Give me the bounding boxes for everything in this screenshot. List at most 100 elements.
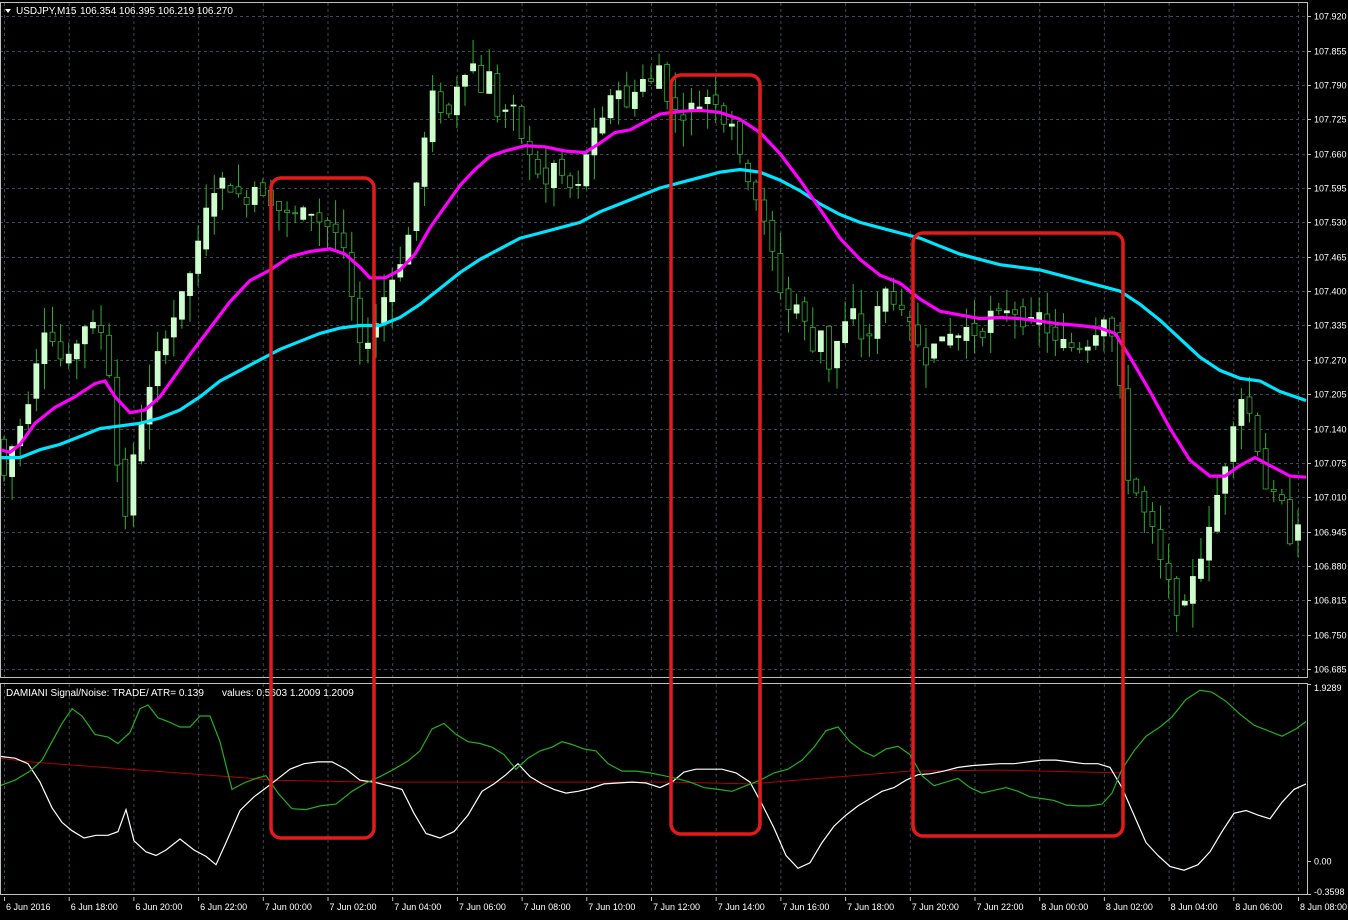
- candle-bull: [874, 306, 881, 339]
- price-tick-label: 106.945: [1314, 528, 1347, 538]
- time-tick-label: 7 Jun 02:00: [330, 902, 377, 912]
- indicator-frame: [0, 683, 1308, 895]
- candle-bear: [979, 330, 986, 339]
- candle-bear: [235, 186, 242, 195]
- candle-bear: [1012, 309, 1018, 315]
- candle-bear: [526, 140, 533, 156]
- candle-bull: [656, 65, 662, 89]
- candle-bear: [106, 334, 113, 376]
- candle-bull: [615, 90, 622, 100]
- time-tick-label: 8 Jun 00:00: [1041, 902, 1088, 912]
- candle-bear: [995, 308, 1002, 311]
- candle-bear: [356, 297, 363, 344]
- time-tick-label: 7 Jun 10:00: [588, 902, 635, 912]
- candle-bull: [607, 95, 614, 119]
- indicator-name: DAMIANI Signal/Noise: TRADE: [6, 688, 146, 699]
- chart-menu-arrow-icon[interactable]: [5, 9, 11, 13]
- candle-bear: [761, 199, 768, 222]
- price-tick-label: 106.685: [1314, 665, 1347, 675]
- price-chart-panel[interactable]: 107.920 107.855 107.790 107.725 107.660 107.5…: [0, 0, 1348, 681]
- candle-bull: [947, 333, 954, 346]
- time-tick-label: 6 Jun 20:00: [135, 902, 182, 912]
- candle-bull: [1206, 526, 1212, 561]
- indicator-tick-label: 0.00: [1314, 857, 1332, 867]
- candle-bear: [1270, 489, 1277, 492]
- indicator-axis[interactable]: 1.9289 0.00 -0.3598: [1307, 683, 1345, 897]
- indicator-svg[interactable]: 1.9289 0.00 -0.3598 DAMIANI Signal/Noise: …: [0, 681, 1348, 897]
- candle-bear: [769, 219, 776, 252]
- candle-bear: [971, 322, 978, 336]
- candle-bear: [478, 64, 485, 93]
- candle-bear: [57, 341, 64, 360]
- candle-bull: [381, 297, 388, 323]
- time-tick-label: 7 Jun 18:00: [847, 902, 894, 912]
- candle-bull: [963, 327, 970, 341]
- time-tick-label: 7 Jun 04:00: [394, 902, 441, 912]
- signal-line: [0, 689, 1307, 811]
- time-tick-label: 7 Jun 12:00: [653, 902, 700, 912]
- price-tick-label: 107.855: [1314, 47, 1347, 57]
- ma-fast-line: [0, 108, 1307, 479]
- candle-bull: [583, 154, 590, 187]
- candle-bull: [365, 342, 371, 349]
- candle-bull: [842, 321, 848, 344]
- candle-bear: [494, 73, 501, 117]
- candle-bull: [882, 288, 889, 312]
- candle-bull: [640, 79, 646, 92]
- time-tick-label: 7 Jun 16:00: [782, 902, 829, 912]
- candle-bull: [1003, 310, 1010, 314]
- candle-bear: [542, 167, 549, 185]
- candle-bear: [1020, 306, 1026, 328]
- candle-bear: [623, 85, 630, 108]
- candle-bull: [575, 184, 582, 186]
- chart-symbol: USDJPY,M15: [16, 6, 77, 17]
- candle-bear: [809, 327, 816, 352]
- candle-bull: [421, 137, 428, 187]
- candle-bear: [923, 347, 929, 366]
- candle-bear: [340, 232, 347, 249]
- price-axis[interactable]: 107.920 107.855 107.790 107.725 107.660 107.5…: [1307, 12, 1347, 675]
- time-axis[interactable]: 6 Jun 2016 6 Jun 18:00 6 Jun 20:00 6 Jun 22…: [0, 897, 1348, 915]
- candle-bull: [300, 207, 307, 220]
- candle-bear: [227, 185, 234, 193]
- price-tick-label: 107.010: [1314, 493, 1347, 503]
- candle-bull: [939, 336, 946, 342]
- candle-bear: [1141, 490, 1148, 513]
- candle-bear: [1246, 396, 1253, 414]
- candle-bull: [599, 117, 606, 134]
- indicator-tick-label: 1.9289: [1314, 683, 1342, 693]
- candle-bear: [324, 220, 331, 228]
- candle-bear: [664, 63, 671, 102]
- candle-bear: [680, 114, 687, 121]
- candle-bull: [987, 310, 994, 333]
- candle-bull: [704, 96, 711, 105]
- price-tick-label: 107.530: [1314, 218, 1347, 228]
- candle-bear: [648, 78, 654, 82]
- price-tick-label: 106.750: [1314, 631, 1347, 641]
- price-frame: [0, 2, 1308, 678]
- time-tick-label: 6 Jun 2016: [6, 902, 51, 912]
- price-tick-label: 106.815: [1314, 596, 1347, 606]
- candle-bull: [1060, 339, 1067, 349]
- candle-bear: [332, 223, 339, 233]
- candle-bear: [866, 333, 873, 337]
- candle-bear: [1052, 326, 1059, 341]
- candle-bear: [1076, 347, 1083, 350]
- candle-bear: [284, 209, 290, 213]
- candle-bear: [753, 181, 760, 201]
- candle-bear: [1068, 342, 1075, 348]
- candle-bull: [850, 308, 857, 320]
- candle-bear: [737, 120, 743, 155]
- price-chart-svg[interactable]: 107.920 107.855 107.790 107.725 107.660 107.5…: [0, 0, 1348, 681]
- candle-bull: [486, 71, 493, 94]
- candle-bear: [801, 301, 808, 322]
- indicator-panel[interactable]: 1.9289 0.00 -0.3598 DAMIANI Signal/Noise: …: [0, 681, 1348, 897]
- indicator-values: values: 0.5603 1.2009 1.2009: [222, 688, 354, 699]
- candle-bull: [453, 86, 460, 116]
- time-tick-label: 6 Jun 22:00: [200, 902, 247, 912]
- candle-bull: [41, 332, 48, 365]
- candle-bull: [389, 279, 396, 303]
- candle-bull: [834, 340, 840, 369]
- chart-ohlc-values: 106.354 106.395 106.219 106.270: [80, 6, 233, 17]
- candle-bull: [130, 454, 137, 516]
